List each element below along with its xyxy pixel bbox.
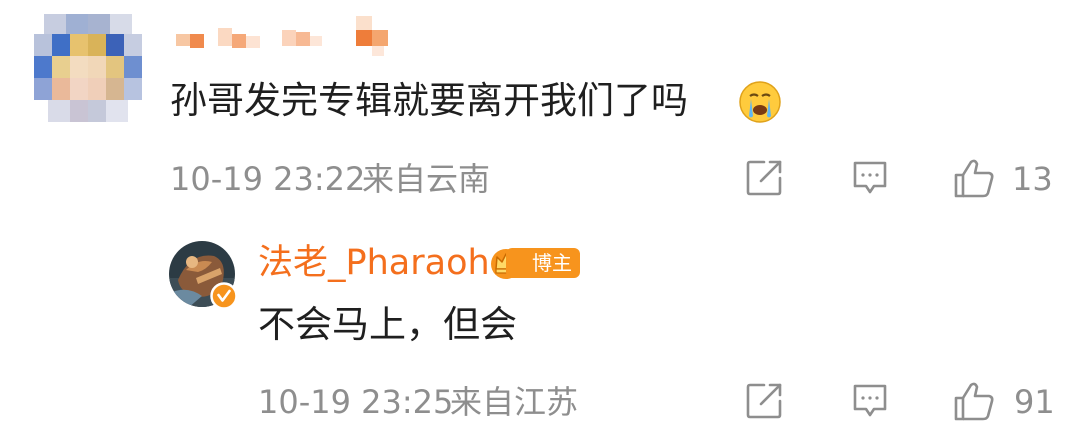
comment-icon[interactable] — [850, 381, 890, 421]
reply-location: 来自江苏 — [450, 383, 579, 421]
avatar[interactable] — [34, 14, 142, 122]
pixelated-avatar-image — [34, 14, 142, 122]
comment-icon[interactable] — [850, 158, 890, 198]
like-count: 91 — [1014, 383, 1055, 421]
blogger-badge: 博主 — [488, 246, 580, 280]
reply-username[interactable]: 法老_Pharaoh — [258, 246, 490, 281]
like-icon[interactable] — [952, 379, 996, 423]
reply-text: 不会马上，但会 — [258, 303, 517, 346]
like-icon[interactable] — [952, 156, 996, 200]
comment-text: 孙哥发完专辑就要离开我们了吗 — [170, 79, 688, 122]
like-count: 13 — [1012, 160, 1053, 198]
comment-location: 来自云南 — [362, 160, 491, 198]
share-icon[interactable] — [744, 158, 784, 198]
username-censored[interactable] — [170, 12, 410, 60]
verified-badge-icon — [210, 282, 238, 310]
reply-time: 10-19 23:25 — [258, 383, 454, 421]
badge-label: 博主 — [506, 248, 580, 278]
comment-time: 10-19 23:22 — [170, 160, 366, 198]
share-icon[interactable] — [744, 381, 784, 421]
crying-face-icon — [738, 80, 782, 124]
